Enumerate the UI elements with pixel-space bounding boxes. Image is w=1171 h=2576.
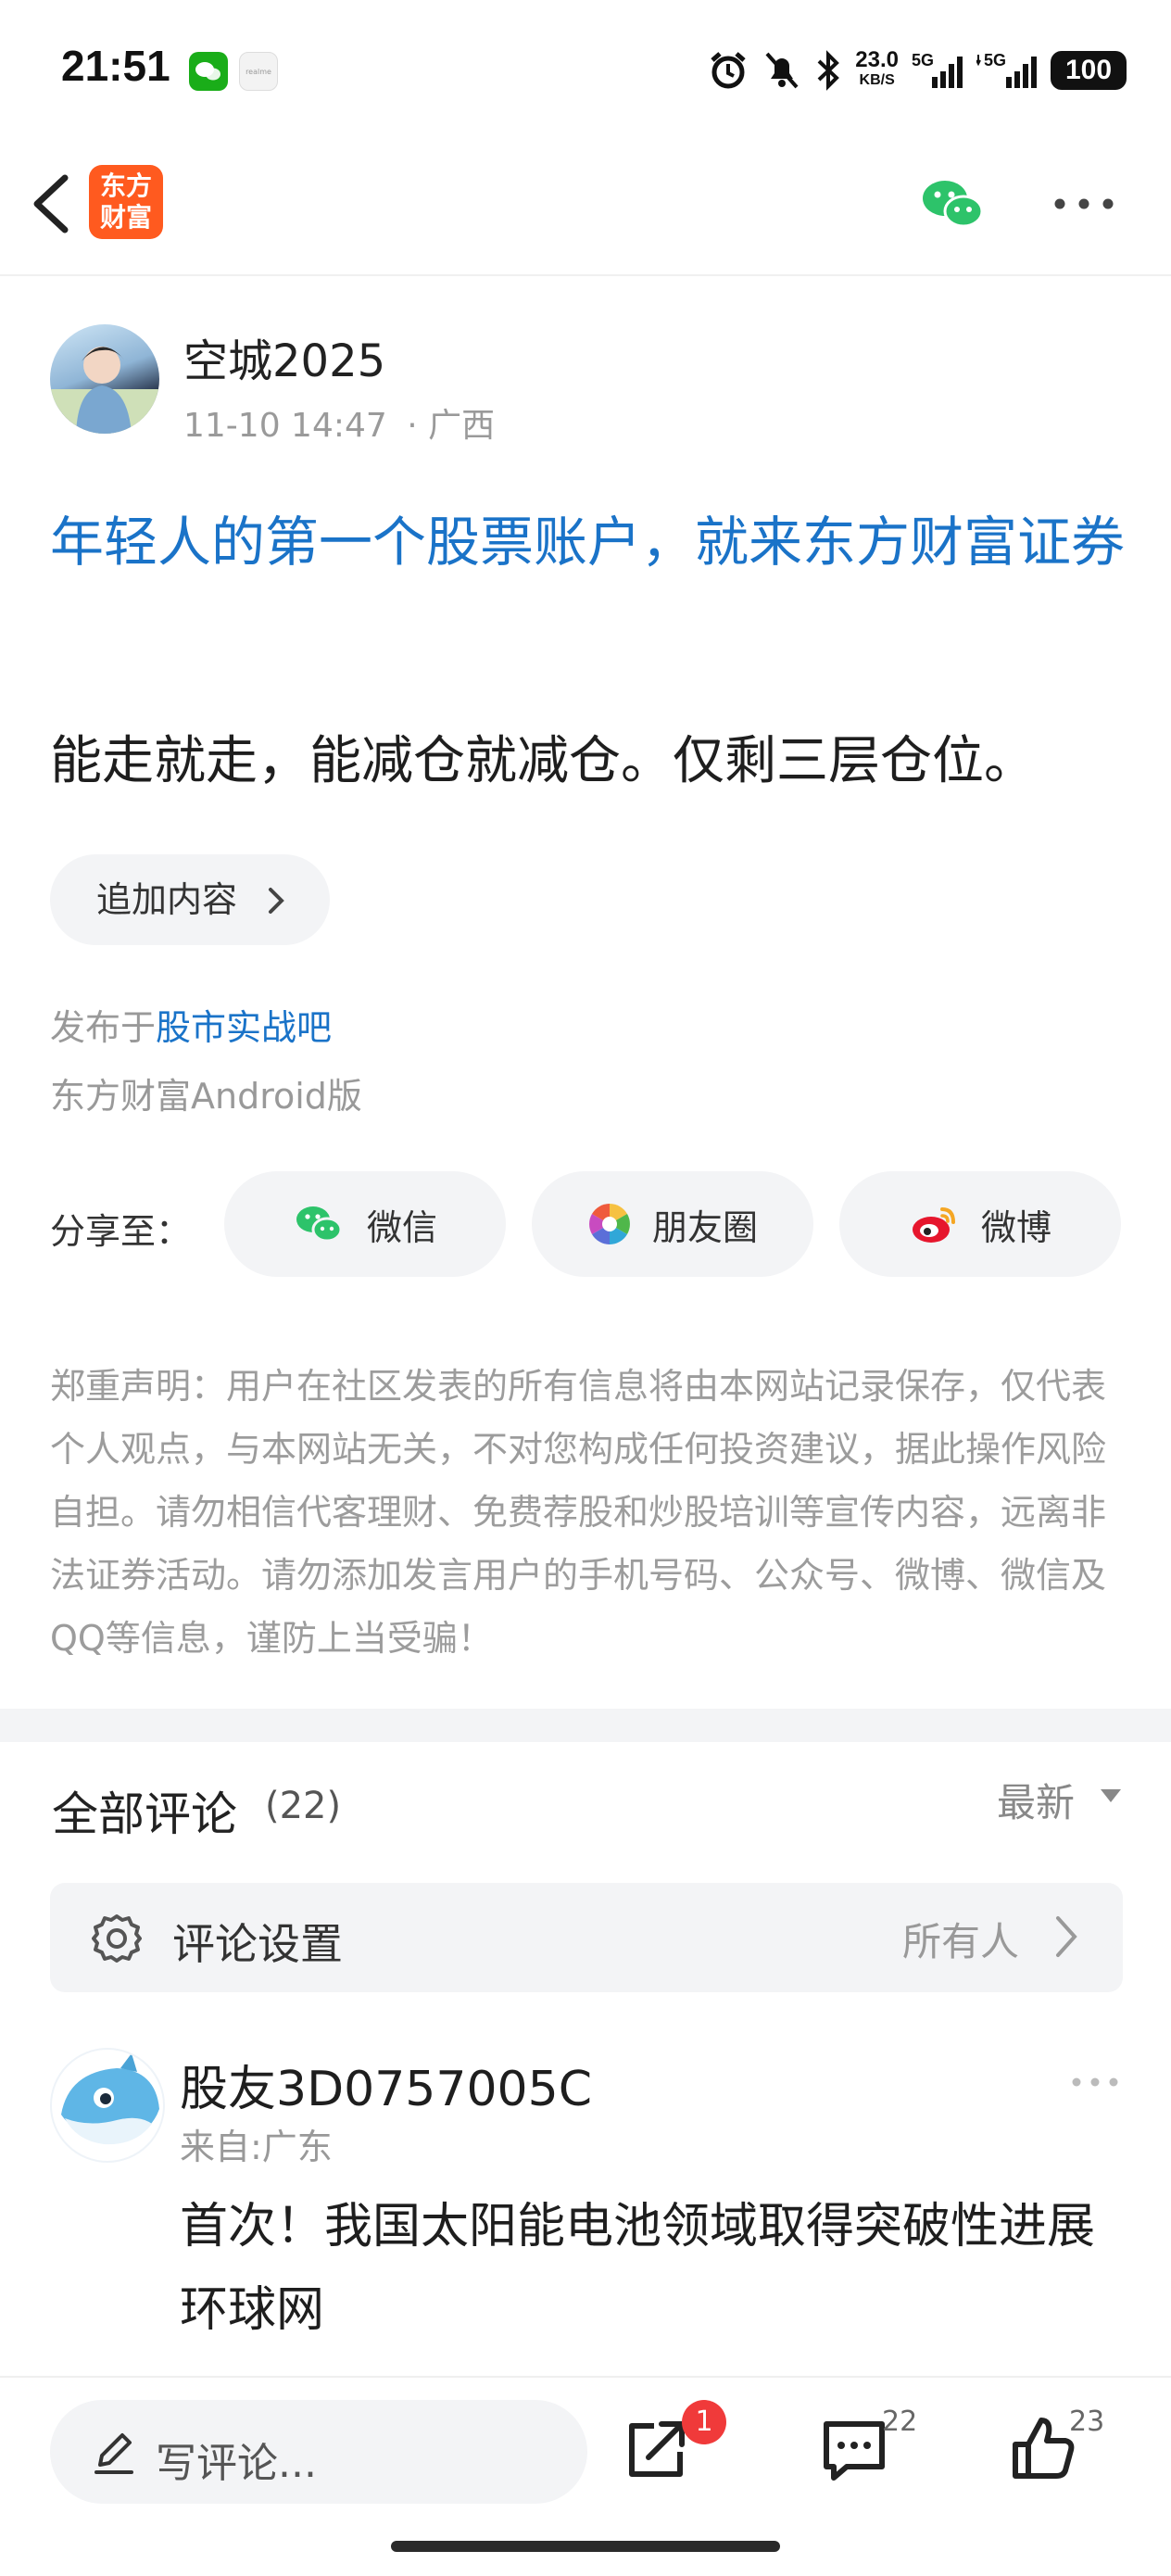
comment-more-button[interactable] [1067, 2068, 1123, 2096]
append-content-label: 追加内容 [96, 879, 238, 920]
chevron-right-icon [1056, 1916, 1077, 1957]
forum-link[interactable]: 股市实战吧 [156, 1007, 332, 1048]
sort-dropdown[interactable]: 最新 [997, 1772, 1075, 1828]
share-wechat-label: 微信 [366, 1206, 437, 1248]
disclaimer: 郑重声明：用户在社区发表的所有信息将由本网站记录保存，仅代表个人观点，与本网站无… [50, 1366, 1107, 1659]
commenter-location: 来自:广东 [180, 2127, 333, 2167]
weibo-icon [912, 1207, 955, 1243]
comments-button[interactable] [819, 2415, 889, 2485]
chevron-right-icon [269, 888, 284, 914]
share-moments-button[interactable]: 朋友圈 [532, 1171, 813, 1277]
mute-bell-icon [765, 52, 799, 89]
comment-line: 环球网 [180, 2282, 325, 2338]
comment-input-placeholder: 写评论... [156, 2440, 317, 2487]
post-title[interactable]: 年轻人的第一个股票账户，就来东方财富证券 [50, 500, 1125, 584]
realme-notification-icon: realme [239, 52, 278, 91]
share-wechat-button[interactable]: 微信 [224, 1171, 506, 1277]
comment-settings-value: 所有人 [902, 1919, 1020, 1964]
pencil-icon [94, 2433, 133, 2474]
share-label: 分享至： [50, 1211, 192, 1252]
status-icons: 23.0 KB/S 5G 5G 100 [707, 44, 1127, 96]
more-horizontal-icon [1054, 198, 1114, 209]
moments-icon [589, 1204, 630, 1244]
more-options-button[interactable] [1047, 185, 1121, 222]
logo-line-1: 东方 [99, 170, 152, 201]
chevron-left-icon [33, 174, 69, 234]
bluetooth-icon [817, 50, 840, 91]
post-location: · 广西 [407, 407, 496, 445]
network-speed: 23.0 KB/S [855, 47, 899, 89]
published-prefix: 发布于 [50, 1007, 157, 1048]
caret-down-icon[interactable] [1099, 1787, 1123, 1805]
back-button[interactable] [22, 167, 87, 241]
wechat-notification-icon [189, 52, 228, 91]
status-bar: 21:51 realme 23.0 KB/S 5G 5G 100 [0, 0, 1171, 139]
post-client: 东方财富Android版 [50, 1076, 362, 1117]
post-meta: 11-10 14:47 · 广西 [183, 398, 504, 447]
comment-line: 首次！我国太阳能电池领域取得突破性进展 [180, 2199, 1096, 2254]
wechat-share-button[interactable] [917, 172, 991, 237]
comment-settings-label: 评论设置 [172, 1919, 343, 1969]
alarm-icon [711, 52, 746, 89]
post-date: 11-10 14:47 [183, 407, 387, 445]
nav-bar: 东方 财富 [0, 139, 1171, 276]
home-indicator[interactable] [391, 2541, 780, 2552]
more-horizontal-icon [1072, 2077, 1118, 2087]
gear-icon [92, 1914, 142, 1963]
svg-text:5G: 5G [912, 51, 934, 69]
status-time: 21:51 [61, 42, 170, 90]
battery-indicator: 100 [1051, 51, 1127, 90]
comment-line: 2025-10-29 10:36 [180, 2352, 1134, 2370]
published-in: 发布于股市实战吧 [50, 999, 332, 1050]
author-name[interactable]: 空城2025 [183, 324, 385, 389]
comments-count: (22) [265, 1785, 342, 1827]
signal-1-icon: 5G [912, 51, 963, 88]
logo-line-2: 财富 [99, 202, 152, 233]
comment-input[interactable]: 写评论... [50, 2400, 587, 2504]
comments-count-badge: 22 [882, 2406, 918, 2438]
author-avatar[interactable] [50, 324, 159, 434]
bottom-action-bar: 写评论... 1 22 23 [0, 2376, 1171, 2576]
section-divider [0, 1709, 1171, 1742]
share-badge: 1 [682, 2400, 726, 2444]
likes-count-badge: 23 [1069, 2406, 1105, 2438]
comment-settings-row[interactable]: 评论设置 所有人 [50, 1883, 1123, 1992]
commenter-name[interactable]: 股友3D0757005C [180, 2050, 592, 2119]
eastmoney-logo[interactable]: 东方 财富 [89, 165, 163, 239]
wechat-icon [923, 181, 984, 228]
comment-text[interactable]: 首次！我国太阳能电池领域取得突破性进展 环球网 2025-10-29 10:36 [180, 2185, 1134, 2370]
svg-text:5G: 5G [984, 51, 1006, 69]
signal-2-icon: 5G [976, 51, 1037, 88]
append-content-button[interactable]: 追加内容 [50, 854, 330, 945]
post-body: 能走就走，能减仓就减仓。仅剩三层仓位。 [50, 731, 1036, 791]
comments-title: 全部评论 [52, 1787, 237, 1841]
share-weibo-button[interactable]: 微博 [839, 1171, 1121, 1277]
share-moments-label: 朋友圈 [651, 1206, 758, 1248]
commenter-avatar[interactable] [50, 2048, 165, 2163]
wechat-icon [296, 1206, 343, 1243]
comment-icon [824, 2421, 885, 2481]
share-weibo-label: 微博 [980, 1206, 1051, 1248]
